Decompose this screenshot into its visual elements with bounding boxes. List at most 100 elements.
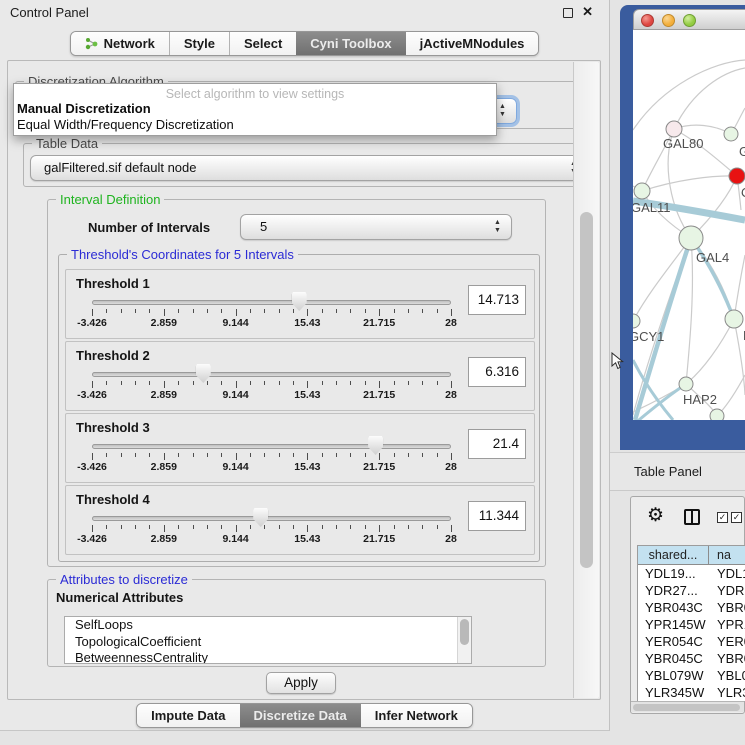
- tick-mark: [92, 453, 93, 460]
- checkbox-icon[interactable]: ✓: [731, 512, 742, 523]
- threshold-value-field[interactable]: 11.344: [468, 501, 526, 531]
- close-traffic-light-icon[interactable]: [641, 14, 654, 27]
- tick-mark: [307, 309, 308, 316]
- tab-impute-data[interactable]: Impute Data: [137, 704, 239, 727]
- float-window-icon[interactable]: [563, 8, 573, 18]
- tick-label: 2.859: [151, 461, 177, 473]
- network-node-h[interactable]: [725, 310, 743, 328]
- table-horizontal-scrollbar[interactable]: [631, 701, 744, 712]
- apply-button[interactable]: Apply: [266, 672, 336, 694]
- tick-mark: [394, 381, 395, 385]
- tick-label: -3.426: [77, 533, 107, 545]
- tick-mark: [322, 525, 323, 529]
- content-vertical-scroll-thumb[interactable]: [580, 212, 593, 568]
- tab-network[interactable]: Network: [71, 32, 169, 55]
- minimize-traffic-light-icon[interactable]: [662, 14, 675, 27]
- table-horizontal-scroll-thumb[interactable]: [633, 704, 740, 711]
- tick-mark: [250, 525, 251, 529]
- network-node-hap2[interactable]: [679, 377, 693, 391]
- table-column-header[interactable]: na: [709, 546, 745, 564]
- slider-track[interactable]: [92, 372, 451, 377]
- algorithm-dropdown-hint: Select algorithm to view settings: [14, 87, 496, 101]
- numerical-attributes-label: Numerical Attributes: [56, 590, 183, 605]
- table-row[interactable]: YLR345WYLR3: [638, 684, 745, 701]
- threshold-value-field[interactable]: 21.4: [468, 429, 526, 459]
- table-column-header[interactable]: shared...: [638, 546, 709, 564]
- tick-mark: [106, 309, 107, 313]
- attribute-list-item[interactable]: SelfLoops: [65, 617, 471, 634]
- network-edge[interactable]: [686, 319, 734, 384]
- network-node-bottom[interactable]: [710, 409, 724, 420]
- network-node-gcy1[interactable]: [633, 314, 640, 328]
- numerical-attributes-list[interactable]: SelfLoopsTopologicalCoefficientBetweenne…: [64, 616, 472, 664]
- network-canvas[interactable]: GAL80GAOGAL11GAL4GCY1HHAP2: [633, 30, 745, 420]
- column-layout-icon[interactable]: [684, 509, 700, 525]
- gear-icon[interactable]: ⚙: [647, 504, 664, 527]
- table-row[interactable]: YBL079WYBL0: [638, 667, 745, 684]
- attributes-group: Attributes to discretize Numerical Attri…: [47, 579, 546, 667]
- network-edge[interactable]: [642, 176, 737, 191]
- network-node-gal80[interactable]: [666, 121, 682, 137]
- network-edge[interactable]: [734, 255, 745, 319]
- tick-mark: [365, 525, 366, 529]
- attribute-list-item[interactable]: TopologicalCoefficient: [65, 634, 471, 651]
- tick-mark: [350, 309, 351, 313]
- tick-mark: [221, 309, 222, 313]
- tick-mark: [164, 309, 165, 316]
- tab-jactivemnodules[interactable]: jActiveMNodules: [406, 32, 539, 55]
- attributes-list-scroll-thumb[interactable]: [460, 619, 469, 645]
- thresholds-group-title: Threshold's Coordinates for 5 Intervals: [67, 247, 298, 262]
- table-row[interactable]: YBR045CYBR0: [638, 650, 745, 667]
- tab-style[interactable]: Style: [169, 32, 229, 55]
- network-node-gal11[interactable]: [634, 183, 650, 199]
- tick-mark: [178, 453, 179, 457]
- attribute-list-item[interactable]: BetweennessCentrality: [65, 650, 471, 664]
- table-row[interactable]: YER054CYER0: [638, 633, 745, 650]
- tick-mark: [394, 309, 395, 313]
- checkbox-icon[interactable]: ✓: [717, 512, 728, 523]
- tab-discretize-data[interactable]: Discretize Data: [240, 704, 361, 727]
- table-row[interactable]: YPR145WYPR1: [638, 616, 745, 633]
- close-icon[interactable]: ✕: [582, 4, 593, 20]
- number-of-intervals-value: 5: [254, 219, 267, 234]
- network-edge[interactable]: [674, 68, 745, 129]
- threshold-value-field[interactable]: 6.316: [468, 357, 526, 387]
- interval-definition-group-title: Interval Definition: [56, 192, 164, 207]
- network-node-gal2[interactable]: [724, 127, 738, 141]
- tab-select[interactable]: Select: [229, 32, 296, 55]
- tab-cyni-toolbox[interactable]: Cyni Toolbox: [296, 32, 405, 55]
- attributes-list-scrollbar[interactable]: [457, 617, 471, 663]
- zoom-traffic-light-icon[interactable]: [683, 14, 696, 27]
- tab-label: Discretize Data: [254, 708, 347, 723]
- table-row[interactable]: YDL19...YDL1: [638, 565, 745, 582]
- table-panel: ⚙ ✓ ✓ shared...na YDL19...YDL1YDR27...YD…: [630, 496, 745, 714]
- network-edge[interactable]: [633, 60, 745, 130]
- slider-track[interactable]: [92, 300, 451, 305]
- number-of-intervals-combobox[interactable]: 5 ▲▼: [240, 214, 512, 240]
- network-edge[interactable]: [674, 125, 731, 134]
- tick-mark: [379, 309, 380, 316]
- threshold-value-field[interactable]: 14.713: [468, 285, 526, 315]
- network-edge[interactable]: [633, 238, 691, 321]
- slider-track[interactable]: [92, 444, 451, 449]
- tick-label: 21.715: [363, 461, 395, 473]
- content-vertical-scrollbar[interactable]: [573, 62, 599, 698]
- tick-mark: [250, 381, 251, 385]
- network-node-gal4[interactable]: [679, 226, 703, 250]
- table-row[interactable]: YBR043CYBR0: [638, 599, 745, 616]
- table-row[interactable]: YDR27...YDR2: [638, 582, 745, 599]
- tick-mark: [135, 525, 136, 529]
- mouse-cursor-icon: [611, 352, 624, 371]
- tick-mark: [135, 309, 136, 313]
- network-edge[interactable]: [686, 238, 692, 384]
- algorithm-option[interactable]: Manual Discretization: [14, 101, 496, 117]
- network-node-red[interactable]: [729, 168, 745, 184]
- tab-label: jActiveMNodules: [420, 36, 525, 51]
- tab-infer-network[interactable]: Infer Network: [361, 704, 472, 727]
- table-data-combobox[interactable]: galFiltered.sif default node ▲▼: [30, 155, 588, 181]
- table-body: YDL19...YDL1YDR27...YDR2YBR043CYBR0YPR14…: [638, 565, 745, 701]
- algorithm-option[interactable]: Equal Width/Frequency Discretization: [14, 117, 496, 133]
- tick-mark: [408, 381, 409, 385]
- slider-track[interactable]: [92, 516, 451, 521]
- application-root: Control Panel ✕ NetworkStyleSelectCyni T…: [0, 0, 745, 745]
